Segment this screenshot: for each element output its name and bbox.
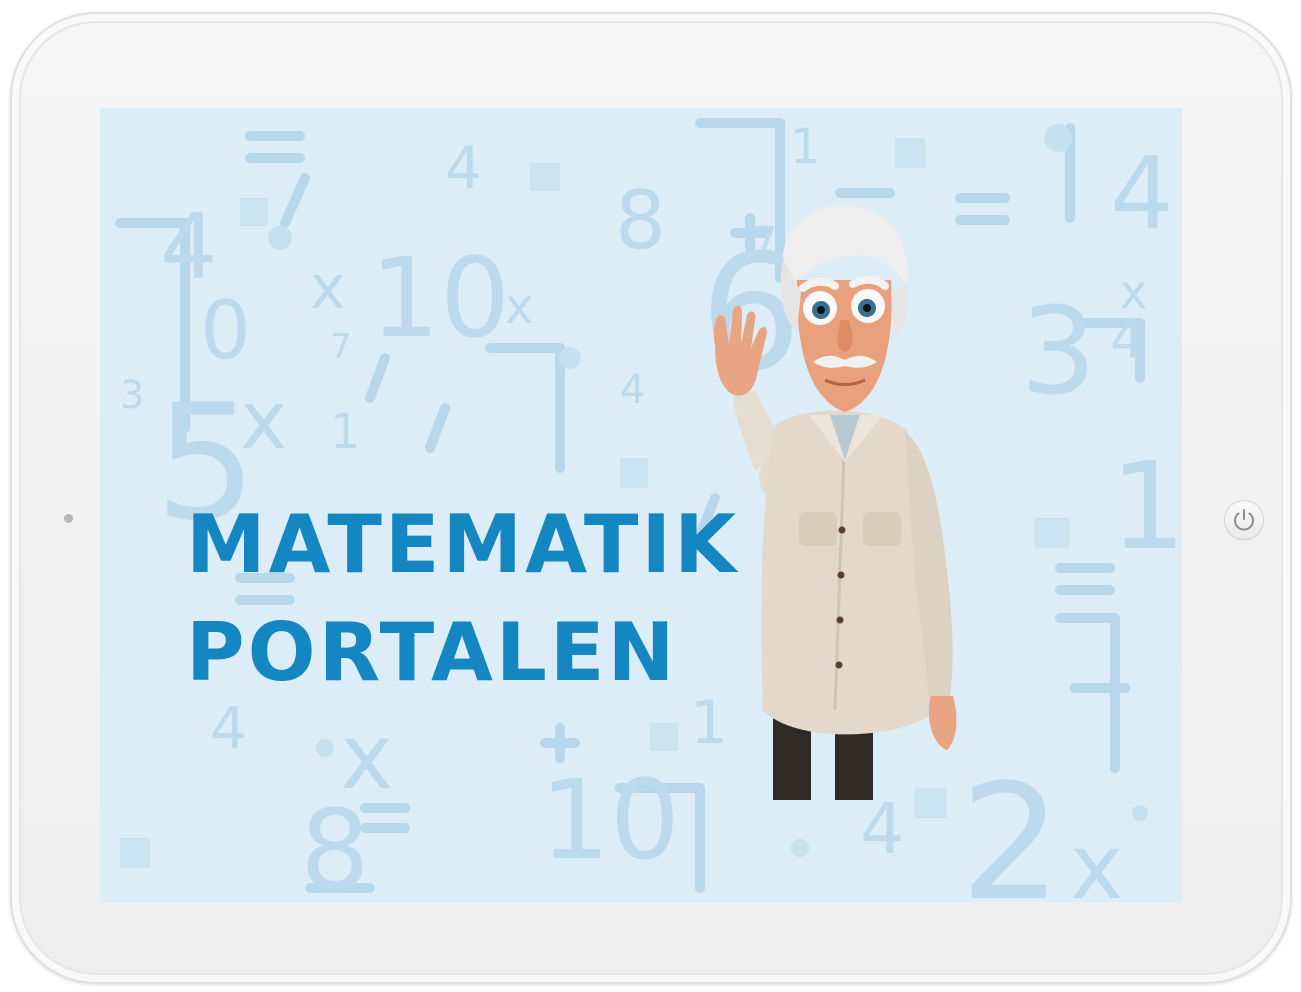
svg-text:4: 4 [160, 195, 217, 300]
app-screen: 10 10 5 6 3 4 1 2 x x x x x x 0 1 1 1 4 … [100, 108, 1182, 902]
title-line-2: PORTALEN [186, 606, 678, 699]
svg-text:3: 3 [1020, 283, 1096, 422]
svg-text:x: x [240, 374, 287, 467]
svg-text:1: 1 [790, 119, 821, 175]
svg-text:x: x [505, 279, 533, 335]
svg-text:4: 4 [1110, 308, 1144, 371]
title-line-1: MATEMATIK [186, 498, 740, 591]
svg-text:8: 8 [615, 174, 666, 267]
svg-text:10: 10 [370, 234, 510, 362]
svg-text:4: 4 [210, 694, 247, 762]
svg-text:1: 1 [1110, 438, 1182, 577]
camera-dot [64, 514, 73, 523]
svg-text:1: 1 [330, 404, 361, 460]
svg-text:4: 4 [1110, 135, 1174, 252]
power-icon [1234, 509, 1254, 531]
svg-text:4: 4 [860, 788, 905, 870]
svg-text:8: 8 [300, 786, 370, 902]
scientist-mascot [713, 204, 957, 800]
svg-text:4: 4 [445, 134, 482, 202]
svg-text:10: 10 [540, 756, 680, 884]
svg-text:4: 4 [620, 367, 645, 413]
svg-text:x: x [310, 253, 346, 323]
svg-text:7: 7 [330, 327, 352, 367]
svg-text:3: 3 [120, 373, 144, 417]
home-button[interactable] [1224, 500, 1264, 540]
svg-text:x: x [1070, 815, 1123, 902]
